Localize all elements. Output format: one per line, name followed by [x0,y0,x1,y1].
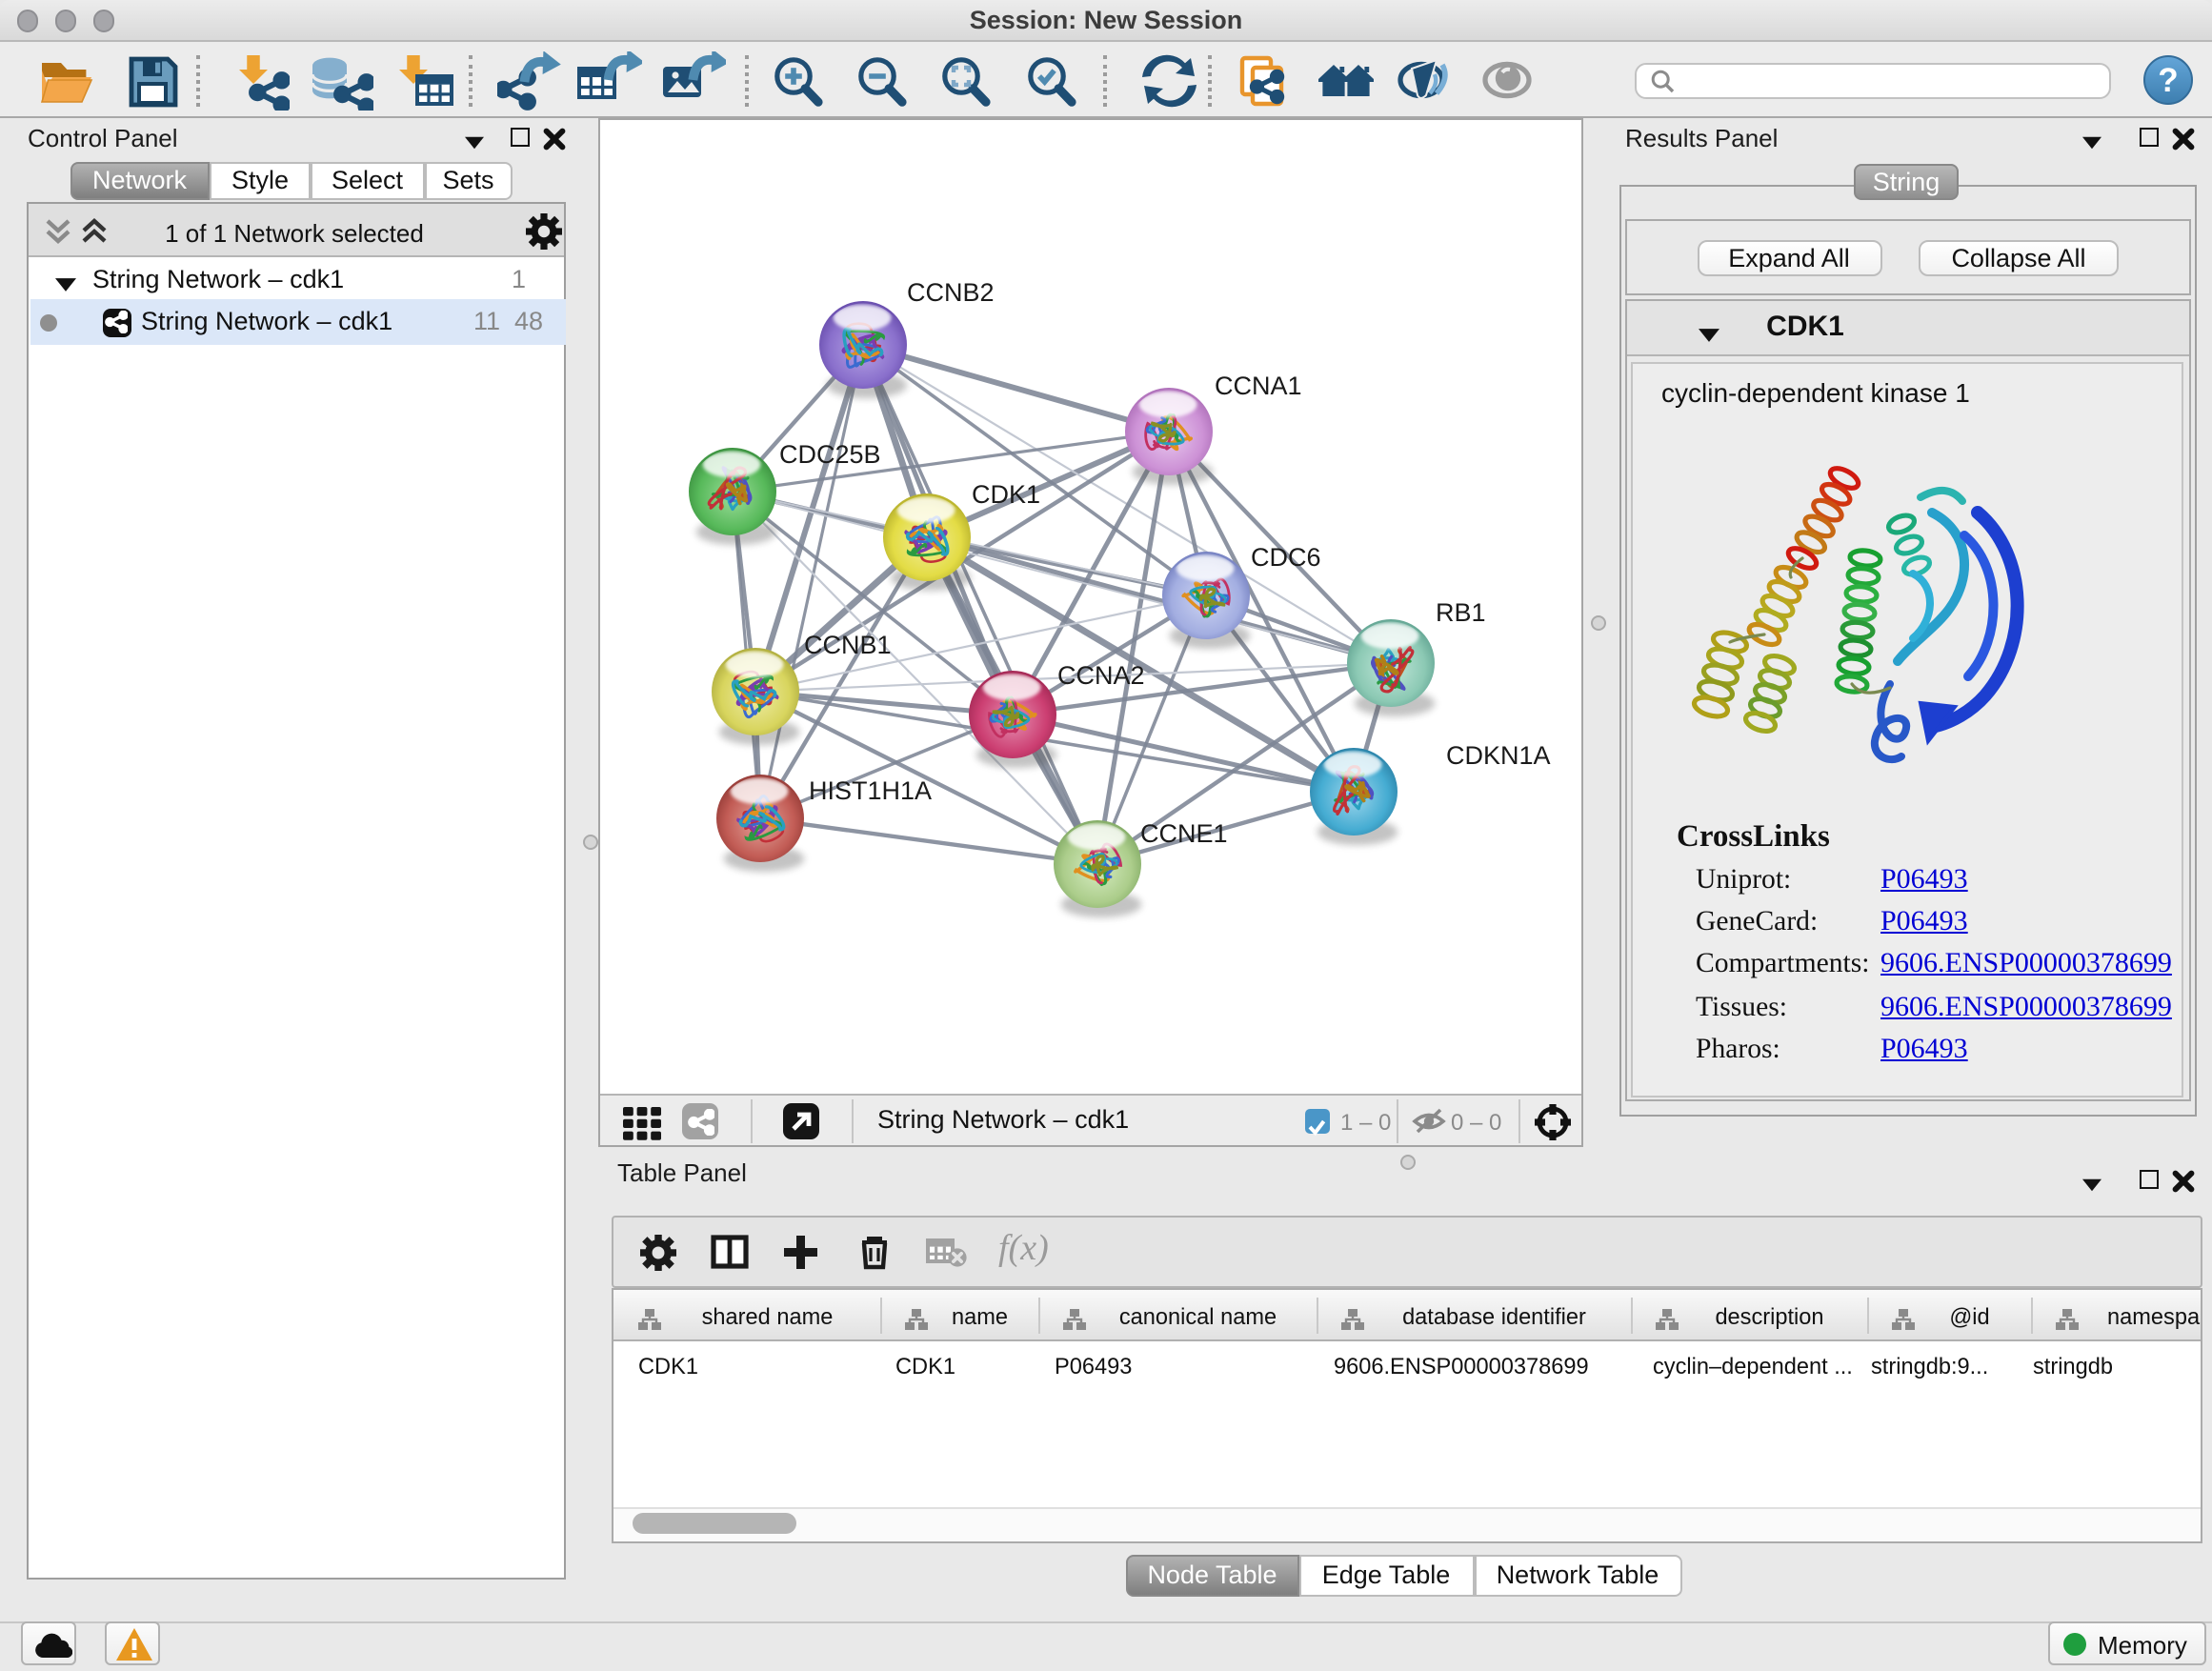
svg-text:RB1: RB1 [1435,598,1485,627]
svg-text:CDC25B: CDC25B [778,440,880,469]
svg-text:CDC6: CDC6 [1250,543,1320,572]
svg-text:CDK1: CDK1 [971,480,1039,509]
svg-text:CCNA1: CCNA1 [1214,372,1301,400]
svg-text:CDKN1A: CDKN1A [1445,741,1550,770]
svg-text:CCNA2: CCNA2 [1056,661,1144,690]
svg-text:CCNB2: CCNB2 [906,278,994,307]
svg-text:HIST1H1A: HIST1H1A [808,776,931,805]
svg-text:CCNE1: CCNE1 [1139,819,1227,848]
svg-text:CCNB1: CCNB1 [803,631,891,659]
